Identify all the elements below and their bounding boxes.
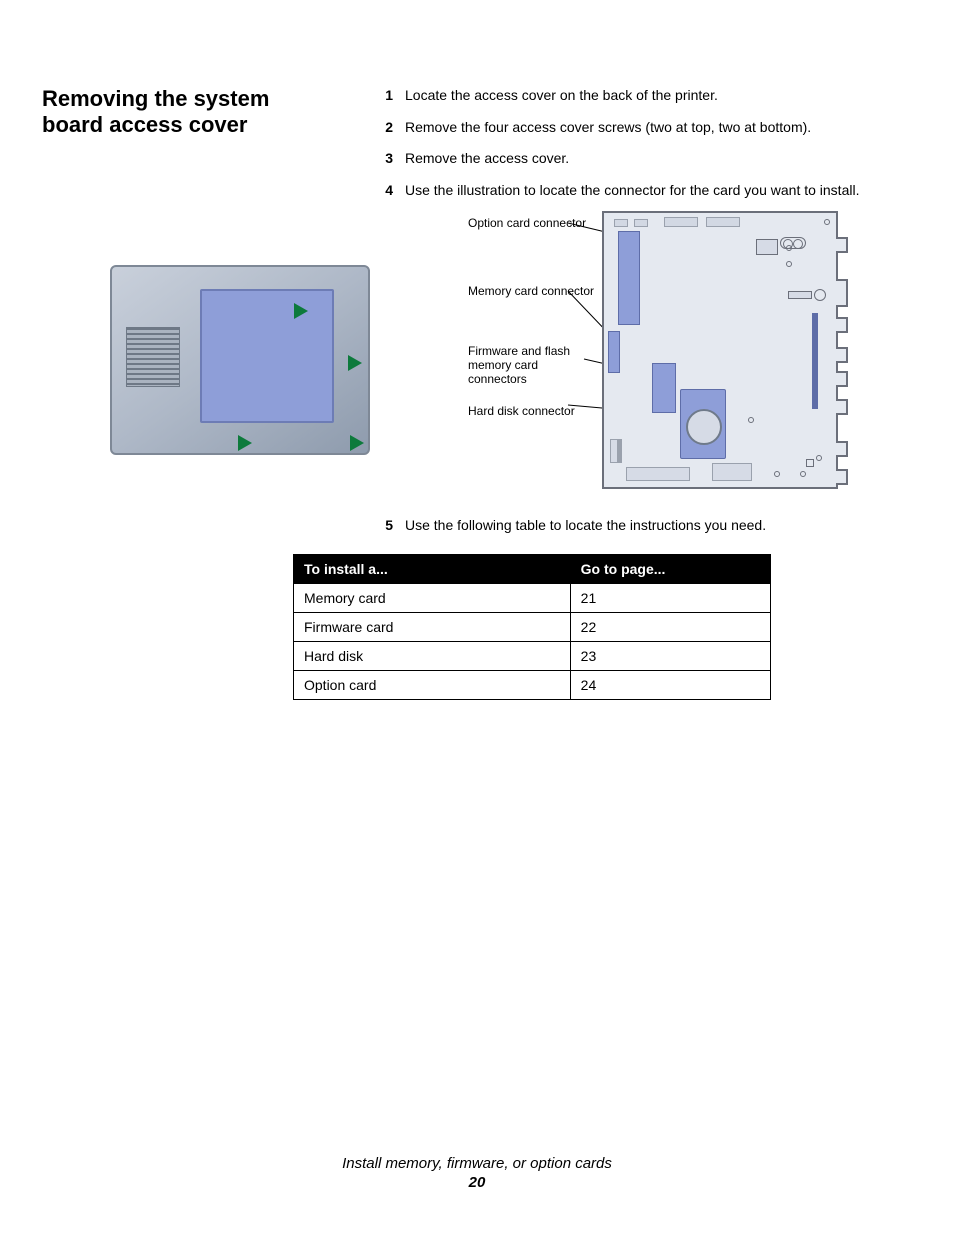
screw-arrow-icon	[348, 355, 362, 371]
step-text: Locate the access cover on the back of t…	[405, 86, 911, 106]
step-text: Remove the four access cover screws (two…	[405, 118, 911, 138]
table-cell: Option card	[294, 671, 571, 700]
illustration-area: Option card connector Memory card connec…	[110, 205, 840, 495]
table-cell: Memory card	[294, 584, 571, 613]
screw-arrow-icon	[294, 303, 308, 319]
section-heading: Removing the system board access cover	[42, 86, 322, 138]
printer-illustration	[110, 265, 370, 455]
table-cell: 23	[570, 642, 770, 671]
reference-table: To install a... Go to page... Memory car…	[293, 554, 771, 700]
label-option-card: Option card connector	[468, 217, 586, 231]
step-item: 2 Remove the four access cover screws (t…	[371, 118, 911, 138]
memory-card-connector-icon	[608, 331, 620, 373]
step-number: 5	[371, 516, 393, 536]
table-cell: Firmware card	[294, 613, 571, 642]
step-number: 3	[371, 149, 393, 169]
label-firmware-flash: Firmware and flash memory card connector…	[468, 345, 598, 386]
step-item: 5 Use the following table to locate the …	[371, 516, 911, 548]
label-memory-card: Memory card connector	[468, 285, 594, 299]
system-board-illustration	[602, 211, 838, 489]
option-card-connector-icon	[618, 231, 640, 325]
table-row: Memory card 21	[294, 584, 771, 613]
step-item: 1 Locate the access cover on the back of…	[371, 86, 911, 106]
label-hard-disk: Hard disk connector	[468, 405, 575, 419]
step-item: 3 Remove the access cover.	[371, 149, 911, 169]
table-header-row: To install a... Go to page...	[294, 555, 771, 584]
step-number: 2	[371, 118, 393, 138]
jack-icon	[780, 237, 806, 249]
firmware-connector-icon	[652, 363, 676, 413]
table-row: Option card 24	[294, 671, 771, 700]
table-cell: 22	[570, 613, 770, 642]
screw-arrow-icon	[350, 435, 364, 451]
table-header: To install a...	[294, 555, 571, 584]
step-number: 4	[371, 181, 393, 201]
instruction-steps: 1 Locate the access cover on the back of…	[371, 86, 911, 212]
step-number: 1	[371, 86, 393, 106]
table-row: Firmware card 22	[294, 613, 771, 642]
screw-arrow-icon	[238, 435, 252, 451]
table-cell: Hard disk	[294, 642, 571, 671]
document-page: Removing the system board access cover 1…	[0, 0, 954, 1235]
table-header: Go to page...	[570, 555, 770, 584]
step-text: Use the following table to locate the in…	[405, 516, 911, 536]
vent-icon	[126, 327, 180, 387]
table-cell: 24	[570, 671, 770, 700]
step-text: Use the illustration to locate the conne…	[405, 181, 911, 201]
page-number: 20	[0, 1174, 954, 1191]
table-row: Hard disk 23	[294, 642, 771, 671]
step-item: 4 Use the illustration to locate the con…	[371, 181, 911, 201]
step-text: Remove the access cover.	[405, 149, 911, 169]
page-footer: Install memory, firmware, or option card…	[0, 1155, 954, 1191]
fan-icon	[686, 409, 722, 445]
table-cell: 21	[570, 584, 770, 613]
chapter-title: Install memory, firmware, or option card…	[0, 1155, 954, 1172]
